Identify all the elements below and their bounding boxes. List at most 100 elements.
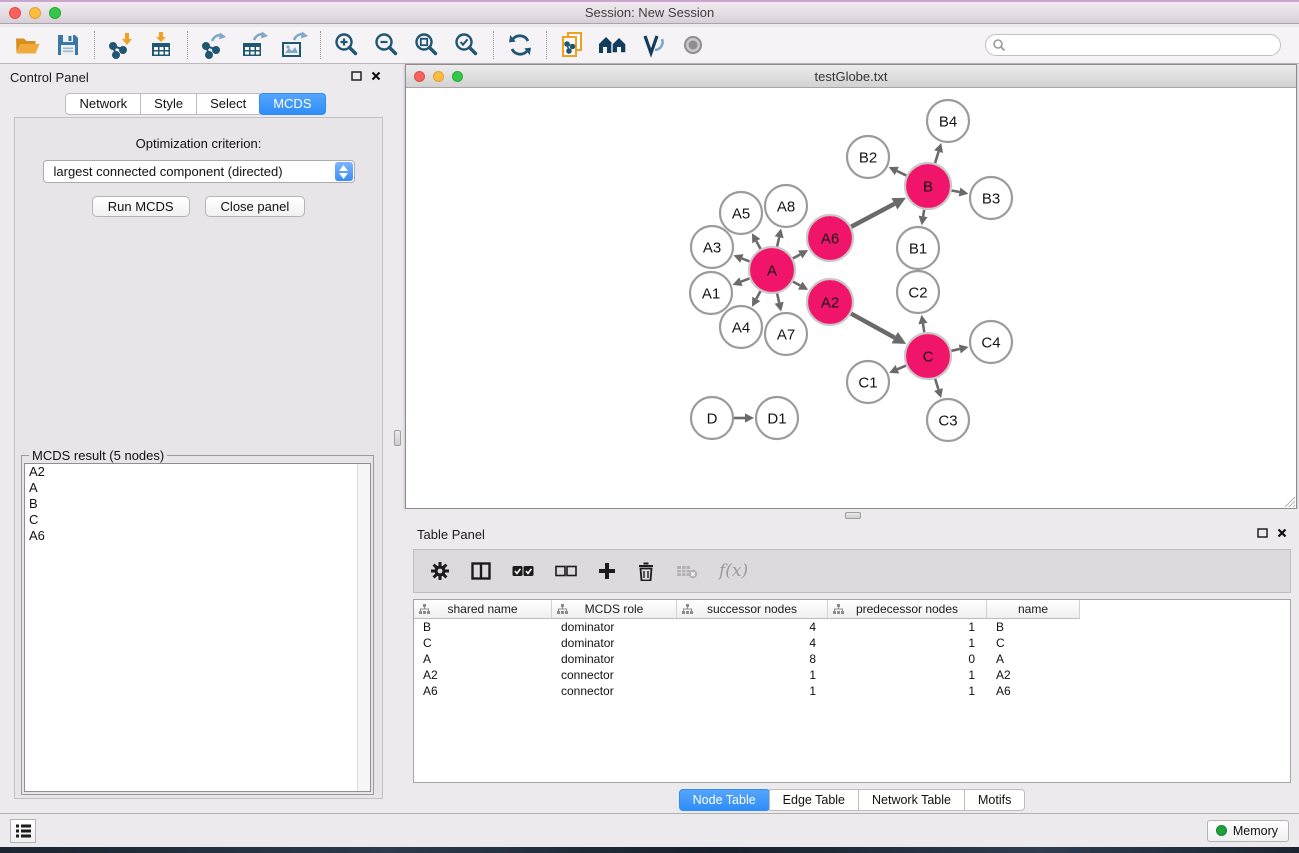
add-column-icon[interactable]	[598, 562, 616, 580]
tab-edge-table[interactable]: Edge Table	[769, 789, 859, 811]
graph-edge-A-A8[interactable]	[775, 228, 784, 246]
result-item[interactable]: A2	[25, 464, 370, 480]
zoom-in-icon[interactable]	[327, 29, 367, 61]
graph-node-A7[interactable]: A7	[765, 313, 807, 355]
graph-node-D1[interactable]: D1	[756, 397, 798, 439]
close-panel-icon[interactable]	[371, 68, 381, 86]
table-row[interactable]: A6connector11A6	[414, 683, 1290, 699]
delete-column-icon[interactable]	[637, 562, 655, 581]
duplicate-network-icon[interactable]	[553, 29, 593, 61]
column-header-predecessor-nodes[interactable]: predecessor nodes	[828, 600, 987, 619]
home-icon[interactable]	[593, 29, 633, 61]
network-graph[interactable]: B4 B2 B B3 A8A5 A6 A3 B1 A A1 C2 A2 A4A7 C4 C C1 C3 D D1	[406, 88, 1296, 508]
column-header-successor-nodes[interactable]: successor nodes	[677, 600, 828, 619]
float-panel-icon[interactable]	[1257, 525, 1268, 543]
tab-style[interactable]: Style	[140, 93, 197, 115]
graph-node-B2[interactable]: B2	[847, 136, 889, 178]
column-visibility-icon[interactable]	[471, 562, 491, 580]
graph-edge-B-B4[interactable]	[934, 143, 943, 163]
graph-node-C3[interactable]: C3	[927, 399, 969, 441]
graph-edge-A-A6[interactable]	[793, 250, 808, 258]
scrollbar-track[interactable]	[357, 464, 370, 791]
graph-node-A2[interactable]: A2	[807, 279, 853, 325]
import-table-icon[interactable]	[141, 29, 181, 61]
graph-node-A8[interactable]: A8	[765, 185, 807, 227]
splitter-handle[interactable]	[394, 430, 401, 446]
tab-select[interactable]: Select	[196, 93, 260, 115]
float-panel-icon[interactable]	[351, 68, 362, 86]
graph-edge-B-B1[interactable]	[919, 210, 928, 226]
graph-node-C4[interactable]: C4	[970, 321, 1012, 363]
graph-node-A4[interactable]: A4	[720, 306, 762, 348]
close-panel-icon[interactable]	[1277, 525, 1287, 543]
import-network-icon[interactable]	[101, 29, 141, 61]
graph-node-A3[interactable]: A3	[691, 226, 733, 268]
graph-edge-A-A5[interactable]	[752, 233, 761, 249]
graph-node-C[interactable]: C	[905, 333, 951, 379]
select-all-icon[interactable]	[512, 565, 534, 577]
resize-grip-icon[interactable]	[1282, 494, 1295, 507]
graph-node-B1[interactable]: B1	[897, 227, 939, 269]
graph-node-B3[interactable]: B3	[970, 177, 1012, 219]
graph-edge-A-A7[interactable]	[775, 293, 784, 311]
graph-node-A5[interactable]: A5	[720, 192, 762, 234]
graph-edge-A6-B[interactable]	[851, 198, 906, 227]
export-network-icon[interactable]	[194, 29, 234, 61]
graph-node-C2[interactable]: C2	[897, 271, 939, 313]
zoom-fit-icon[interactable]	[407, 29, 447, 61]
graph-edge-A-A2[interactable]	[793, 282, 808, 290]
column-header-shared-name[interactable]: shared name	[414, 600, 552, 619]
table-settings-icon[interactable]	[430, 561, 450, 581]
column-header-MCDS-role[interactable]: MCDS role	[552, 600, 677, 619]
graph-edge-A-A1[interactable]	[733, 277, 750, 286]
graph-node-B[interactable]: B	[905, 163, 951, 209]
export-table-icon[interactable]	[234, 29, 274, 61]
graphics-details-icon[interactable]	[633, 29, 673, 61]
zoom-out-icon[interactable]	[367, 29, 407, 61]
graph-node-A[interactable]: A	[749, 247, 795, 293]
result-item[interactable]: A	[25, 480, 370, 496]
graph-edge-D-D1[interactable]	[734, 413, 754, 422]
graph-edge-B-B3[interactable]	[952, 187, 969, 196]
tab-motifs[interactable]: Motifs	[964, 789, 1025, 811]
mcds-result-list[interactable]: A2ABCA6	[24, 463, 371, 792]
search-input[interactable]	[985, 34, 1281, 56]
graph-edge-A-A4[interactable]	[752, 291, 761, 307]
table-row[interactable]: Bdominator41B	[414, 619, 1290, 635]
result-item[interactable]: B	[25, 496, 370, 512]
task-history-button[interactable]	[10, 819, 36, 843]
graph-node-A1[interactable]: A1	[690, 272, 732, 314]
graph-edge-C-C4[interactable]	[951, 344, 968, 353]
graph-node-A6[interactable]: A6	[807, 215, 853, 261]
close-panel-button[interactable]: Close panel	[205, 196, 306, 217]
graph-node-C1[interactable]: C1	[847, 361, 889, 403]
result-item[interactable]: A6	[25, 528, 370, 544]
unselect-all-icon[interactable]	[555, 565, 577, 577]
tab-network[interactable]: Network	[65, 93, 141, 115]
graph-node-B4[interactable]: B4	[927, 100, 969, 142]
graph-edge-C-C3[interactable]	[934, 379, 943, 398]
open-session-icon[interactable]	[8, 29, 48, 61]
result-item[interactable]: C	[25, 512, 370, 528]
table-row[interactable]: A2connector11A2	[414, 667, 1290, 683]
vertical-splitter[interactable]	[391, 64, 405, 813]
graph-edge-A-A3[interactable]	[733, 254, 749, 263]
table-row[interactable]: Adominator80A	[414, 651, 1290, 667]
graph-node-D[interactable]: D	[691, 397, 733, 439]
horizontal-splitter[interactable]	[405, 509, 1299, 521]
table-row[interactable]: Cdominator41C	[414, 635, 1290, 651]
save-session-icon[interactable]	[48, 29, 88, 61]
criterion-select[interactable]: largest connected component (directed)	[43, 160, 355, 183]
eye-icon[interactable]	[673, 29, 713, 61]
graph-edge-C-C1[interactable]	[889, 365, 906, 373]
tab-mcds[interactable]: MCDS	[259, 93, 325, 115]
graph-edge-B-B2[interactable]	[889, 167, 907, 176]
graph-edge-C-C2[interactable]	[918, 315, 927, 333]
memory-button[interactable]: Memory	[1207, 820, 1289, 842]
splitter-handle[interactable]	[845, 512, 861, 519]
network-canvas[interactable]: B4 B2 B B3 A8A5 A6 A3 B1 A A1 C2 A2 A4A7 C4 C C1 C3 D D1	[406, 88, 1296, 508]
run-mcds-button[interactable]: Run MCDS	[92, 196, 190, 217]
zoom-selected-icon[interactable]	[447, 29, 487, 61]
refresh-icon[interactable]	[500, 29, 540, 61]
tab-network-table[interactable]: Network Table	[858, 789, 965, 811]
